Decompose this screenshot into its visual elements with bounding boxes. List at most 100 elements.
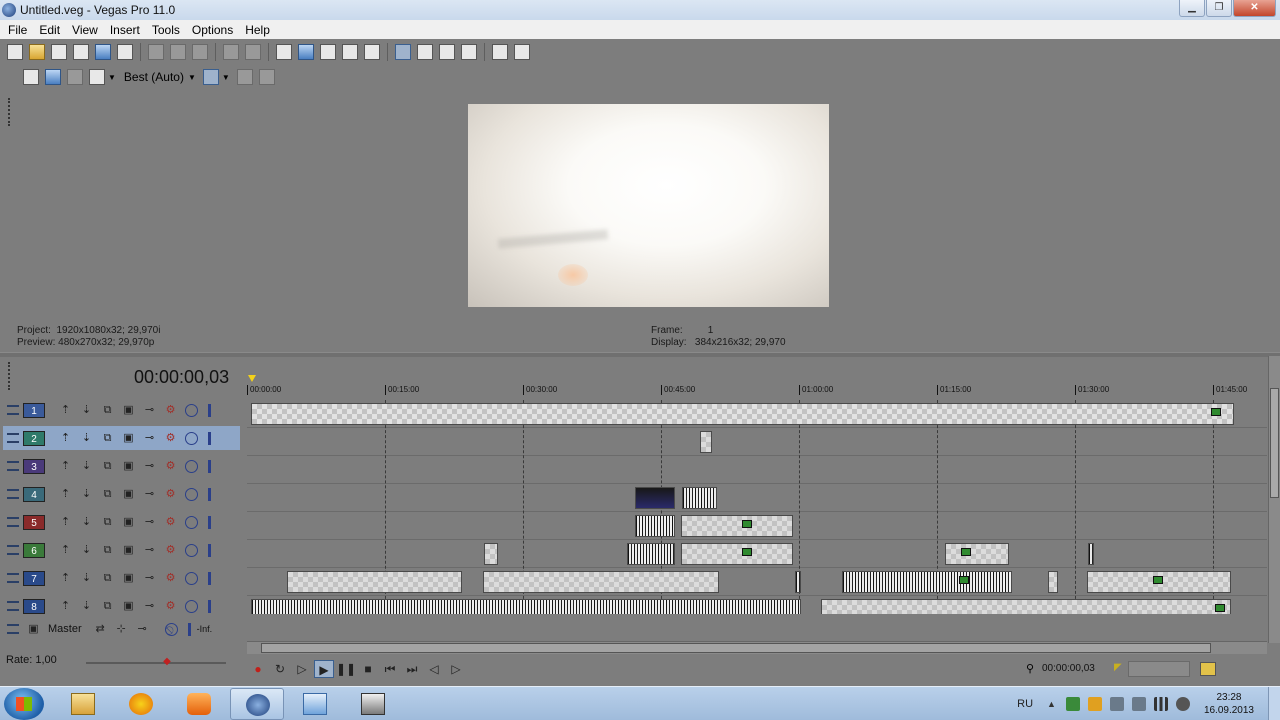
track-fx-icon[interactable]: ▣ xyxy=(122,572,135,585)
media-event-clip[interactable] xyxy=(635,487,675,509)
media-event-clip[interactable] xyxy=(795,571,801,593)
track-menu-icon[interactable] xyxy=(7,545,19,555)
media-event-clip[interactable] xyxy=(287,571,462,593)
media-event-clip[interactable] xyxy=(945,543,1009,565)
track-settings-gear-icon[interactable]: ⚙ xyxy=(164,572,177,585)
properties-icon[interactable] xyxy=(117,43,133,60)
track-menu-icon[interactable] xyxy=(7,489,19,499)
taskbar-vegas[interactable] xyxy=(230,688,284,720)
copy-icon[interactable] xyxy=(170,43,186,60)
track-fx-icon[interactable]: ▣ xyxy=(122,488,135,501)
track-motion-icon[interactable]: ⧉ xyxy=(101,572,114,585)
show-desktop-button[interactable] xyxy=(1268,687,1280,720)
whats-this-help-icon[interactable] xyxy=(514,43,530,60)
event-fx-icon[interactable] xyxy=(742,548,752,556)
media-event-clip[interactable] xyxy=(1088,543,1094,565)
master-automation-icon[interactable]: ⇄ xyxy=(94,623,107,636)
track-menu-icon[interactable] xyxy=(7,433,19,443)
media-event-clip[interactable] xyxy=(821,599,1231,614)
play-button[interactable]: ▶ xyxy=(314,660,334,678)
tray-app-icon[interactable] xyxy=(1065,697,1080,711)
menu-edit[interactable]: Edit xyxy=(33,23,66,37)
timeline-lanes[interactable] xyxy=(247,400,1267,614)
track-menu-icon[interactable] xyxy=(7,517,19,527)
online-help-icon[interactable] xyxy=(492,43,508,60)
compositing-mode-icon[interactable]: ⊸ xyxy=(143,432,156,445)
preview-quality-select[interactable]: Best (Auto) xyxy=(124,70,184,84)
track-header[interactable]: 8 ⇡ ⇣ ⧉ ▣ ⊸ ⚙ xyxy=(3,594,240,618)
media-event-clip[interactable] xyxy=(635,515,675,537)
compositing-parent-icon[interactable]: ⇡ xyxy=(59,432,72,445)
compositing-child-icon[interactable]: ⇣ xyxy=(80,432,93,445)
loop-playback-button[interactable]: ↻ xyxy=(270,660,290,678)
taskbar-mail[interactable] xyxy=(288,688,342,720)
zoom-tool-icon[interactable] xyxy=(461,43,477,60)
media-event-clip[interactable] xyxy=(700,431,712,453)
maximize-button[interactable]: ❐ xyxy=(1206,0,1232,17)
go-to-end-button[interactable]: ⏭ xyxy=(402,660,422,678)
render-audio-icon[interactable] xyxy=(276,43,292,60)
compositing-child-icon[interactable]: ⇣ xyxy=(80,600,93,613)
track-mute-icon[interactable] xyxy=(185,543,198,557)
menu-file[interactable]: File xyxy=(2,23,33,37)
compositing-parent-icon[interactable]: ⇡ xyxy=(59,544,72,557)
compositing-mode-icon[interactable]: ⊸ xyxy=(143,404,156,417)
pause-button[interactable]: ❚❚ xyxy=(336,660,356,678)
track-settings-gear-icon[interactable]: ⚙ xyxy=(164,544,177,557)
event-fx-icon[interactable] xyxy=(1215,604,1225,612)
track-mute-icon[interactable] xyxy=(185,459,198,473)
compositing-child-icon[interactable]: ⇣ xyxy=(80,404,93,417)
master-fx-icon[interactable]: ▣ xyxy=(27,623,40,636)
track-header[interactable]: 4 ⇡ ⇣ ⧉ ▣ ⊸ ⚙ xyxy=(3,482,240,506)
timeline-grip[interactable] xyxy=(8,362,11,390)
stop-button[interactable]: ■ xyxy=(358,660,378,678)
event-fx-icon[interactable] xyxy=(959,576,969,584)
system-clock[interactable]: 23:28 16.09.2013 xyxy=(1204,691,1254,717)
redo-icon[interactable] xyxy=(245,43,261,60)
track-settings-gear-icon[interactable]: ⚙ xyxy=(164,516,177,529)
media-event-clip[interactable] xyxy=(483,571,719,593)
track-menu-icon[interactable] xyxy=(7,601,19,611)
compositing-mode-icon[interactable]: ⊸ xyxy=(143,516,156,529)
track-fx-icon[interactable]: ▣ xyxy=(122,432,135,445)
record-time-icon[interactable] xyxy=(1200,662,1216,676)
tray-devices-icon[interactable] xyxy=(1109,697,1124,711)
undo-icon[interactable] xyxy=(223,43,239,60)
media-event-clip[interactable] xyxy=(1048,571,1058,593)
compositing-child-icon[interactable]: ⇣ xyxy=(80,544,93,557)
open-icon[interactable] xyxy=(29,43,45,60)
media-event-clip[interactable] xyxy=(484,543,498,565)
compositing-parent-icon[interactable]: ⇡ xyxy=(59,516,72,529)
tray-avast-icon[interactable] xyxy=(1087,697,1102,711)
save-snapshot-icon[interactable] xyxy=(258,69,275,85)
track-mute-icon[interactable] xyxy=(185,599,198,613)
cursor-marker[interactable] xyxy=(248,375,256,382)
track-mute-icon[interactable] xyxy=(185,431,198,445)
go-to-start-button[interactable]: ⏮ xyxy=(380,660,400,678)
track-fx-icon[interactable]: ▣ xyxy=(122,600,135,613)
event-fx-icon[interactable] xyxy=(1153,576,1163,584)
track-mute-icon[interactable] xyxy=(185,403,198,417)
compositing-child-icon[interactable]: ⇣ xyxy=(80,488,93,501)
compositing-parent-icon[interactable]: ⇡ xyxy=(59,572,72,585)
compositing-mode-icon[interactable]: ⊸ xyxy=(143,544,156,557)
track-motion-icon[interactable]: ⧉ xyxy=(101,404,114,417)
track-settings-gear-icon[interactable]: ⚙ xyxy=(164,488,177,501)
video-fx-icon[interactable] xyxy=(67,69,83,85)
copy-snapshot-icon[interactable] xyxy=(236,69,253,85)
track-menu-icon[interactable] xyxy=(7,405,19,415)
track-menu-icon[interactable] xyxy=(7,573,19,583)
taskbar-avast[interactable] xyxy=(114,688,168,720)
minimize-button[interactable]: ▁ xyxy=(1179,0,1205,17)
compositing-child-icon[interactable]: ⇣ xyxy=(80,516,93,529)
rate-slider-knob[interactable]: ◆ xyxy=(160,656,174,668)
compositing-mode-icon[interactable]: ⊸ xyxy=(143,600,156,613)
track-motion-icon[interactable]: ⧉ xyxy=(101,516,114,529)
taskbar-computer[interactable] xyxy=(346,688,400,720)
auto-crossfade-icon[interactable] xyxy=(342,43,358,60)
menu-options[interactable]: Options xyxy=(186,23,239,37)
track-settings-gear-icon[interactable]: ⚙ xyxy=(164,460,177,473)
track-menu-icon[interactable] xyxy=(7,461,19,471)
paste-icon[interactable] xyxy=(192,43,208,60)
track-header[interactable]: 1 ⇡ ⇣ ⧉ ▣ ⊸ ⚙ xyxy=(3,398,240,422)
